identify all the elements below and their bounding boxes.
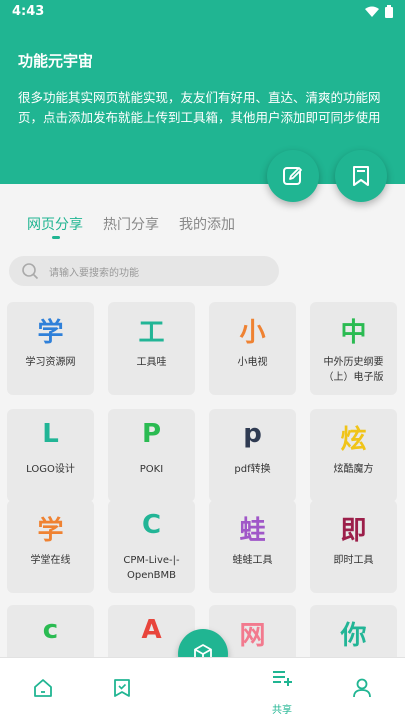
tab-hot-share[interactable]: 热门分享	[103, 214, 159, 234]
tool-card-label: 学习资源网	[25, 357, 76, 368]
tab-bar: 网页分享 热门分享 我的添加	[0, 210, 405, 244]
tool-card[interactable]: 蛙蛙蛙工具	[209, 500, 296, 593]
nav-favorites[interactable]	[92, 658, 152, 720]
tool-card-label: 中外历史纲要（上）电子版	[323, 357, 384, 383]
bookmark-icon	[353, 166, 369, 186]
tool-card-initial: 学	[37, 318, 64, 348]
search-icon	[22, 263, 39, 280]
edit-icon	[283, 167, 302, 185]
tool-card-label: pdf转换	[234, 464, 271, 475]
tool-card[interactable]: 中中外历史纲要（上）电子版	[310, 302, 397, 395]
tool-card[interactable]: L LOGO设计	[7, 409, 94, 502]
bookmark-check-icon	[114, 679, 130, 697]
my-bookmarks-button[interactable]	[335, 150, 387, 202]
tool-card-label: 即时工具	[333, 555, 374, 566]
nav-home[interactable]	[13, 658, 73, 720]
status-time: 4:43	[12, 4, 45, 19]
tool-card-initial: c	[42, 615, 59, 645]
nav-profile[interactable]	[332, 658, 392, 720]
tool-card[interactable]: 学学堂在线	[7, 500, 94, 593]
tool-card-label: 工具哇	[136, 357, 167, 368]
tool-card-initial: L	[42, 419, 59, 449]
tool-card-label: CPM-Live-|-OpenBMB	[123, 555, 180, 581]
wifi-icon	[365, 6, 379, 17]
tool-card-label: 炫酷魔方	[333, 464, 374, 475]
tab-my-added[interactable]: 我的添加	[179, 214, 235, 234]
nav-share[interactable]: 共享	[252, 658, 312, 720]
nav-share-label: 共享	[272, 705, 292, 716]
tool-card-label: 小电视	[237, 357, 268, 368]
tool-card[interactable]: 小小电视	[209, 302, 296, 395]
tool-card-label: 蛙蛙工具	[232, 555, 273, 566]
tool-card[interactable]: 炫炫酷魔方	[310, 409, 397, 502]
tool-card[interactable]: C CPM-Live-|-OpenBMB	[108, 500, 195, 593]
battery-icon	[385, 5, 393, 18]
search-placeholder: 请输入要搜索的功能	[49, 268, 139, 279]
publish-button[interactable]	[267, 150, 319, 202]
tool-card[interactable]: p pdf转换	[209, 409, 296, 502]
bottom-nav: 共享	[0, 657, 405, 720]
page-description: 很多功能其实网页就能实现，友友们有好用、直达、清爽的功能网页，点击添加发布就能上…	[18, 90, 381, 125]
tool-card-initial: 小	[239, 318, 266, 348]
tool-card-label: POKI	[139, 464, 164, 475]
home-icon	[34, 679, 52, 697]
tool-card-initial: 蛙	[239, 516, 266, 546]
tool-card[interactable]: P POKI	[108, 409, 195, 502]
tool-card-initial: p	[243, 419, 262, 449]
search-input[interactable]: 请输入要搜索的功能	[9, 256, 279, 286]
tool-card-initial: C	[141, 510, 162, 540]
tool-card-initial: 学	[37, 516, 64, 546]
tool-card[interactable]: 学学习资源网	[7, 302, 94, 395]
tool-card[interactable]: 即即时工具	[310, 500, 397, 593]
tool-card-initial: 你	[340, 621, 367, 651]
tool-card-label: LOGO设计	[26, 464, 75, 475]
tool-card-initial: 工	[138, 318, 165, 348]
tab-web-share[interactable]: 网页分享	[27, 214, 83, 234]
tab-indicator	[52, 236, 60, 239]
playlist-add-icon	[273, 671, 292, 686]
page-title: 功能元宇宙	[18, 52, 94, 70]
tool-card-initial: 中	[340, 318, 367, 348]
tool-card-label: 学堂在线	[30, 555, 71, 566]
tool-card-initial: 炫	[340, 425, 367, 455]
status-icons	[365, 5, 393, 18]
tool-card-initial: 即	[340, 516, 367, 546]
user-icon	[353, 678, 371, 698]
tool-card-initial: P	[141, 419, 162, 449]
status-bar: 4:43	[0, 0, 405, 24]
tool-card[interactable]: 工工具哇	[108, 302, 195, 395]
